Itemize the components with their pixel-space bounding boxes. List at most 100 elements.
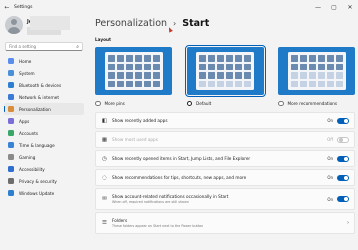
preview-tile: [308, 55, 316, 62]
preview-tile: [326, 72, 334, 79]
toggle-state-label: On: [327, 156, 333, 161]
close-button[interactable]: ✕: [342, 4, 358, 11]
setting-icon: ◧: [101, 117, 108, 124]
privacy-icon: [8, 178, 14, 184]
user-profile[interactable]: Jeff: [0, 14, 88, 42]
preview-tile: [199, 63, 206, 70]
preview-tile: [226, 72, 233, 79]
sidebar-item-personalization[interactable]: Personalization: [4, 103, 84, 115]
toggle-switch[interactable]: [337, 196, 349, 202]
setting-text: Show recently opened items in Start, Jum…: [112, 156, 327, 161]
preview-tile: [299, 80, 307, 87]
start-preview: [104, 52, 163, 90]
preview-tile: [226, 80, 233, 87]
preview-tile: [235, 72, 242, 79]
preview-tile: [235, 80, 242, 87]
setting-row: ◷ Show recently opened items in Start, Ju…: [95, 150, 355, 167]
setting-label: Show recommendations for tips, shortcuts…: [112, 175, 247, 180]
setting-label: Show recently added apps: [112, 118, 168, 123]
preview-tile: [326, 63, 334, 70]
sidebar-item-apps[interactable]: Apps: [4, 115, 84, 127]
setting-row: ◌ Show recommendations for tips, shortcut…: [95, 169, 355, 186]
sidebar: Jeff Find a setting ⌕ Home System Bluetoot…: [0, 14, 88, 250]
search-icon[interactable]: ⌕: [76, 44, 79, 50]
radio-label: Default: [196, 101, 212, 106]
preview-tile: [125, 72, 133, 79]
sidebar-item-label: Personalization: [19, 106, 51, 112]
preview-tile: [308, 72, 316, 79]
preview-tile: [125, 55, 133, 62]
preview-tile: [317, 80, 325, 87]
search-input[interactable]: Find a setting ⌕: [5, 42, 83, 51]
toggle-switch[interactable]: [337, 117, 349, 124]
setting-row[interactable]: ☰ Folders These folders appear on Start ne…: [95, 212, 355, 234]
sidebar-item-windows-update[interactable]: Windows Update: [4, 187, 84, 199]
preview-tile: [326, 80, 334, 87]
preview-tile: [143, 80, 151, 87]
preview-tile: [134, 80, 142, 87]
preview-tile: [235, 55, 242, 62]
breadcrumb-personalization[interactable]: Personalization: [95, 18, 167, 29]
preview-tile: [143, 55, 151, 62]
preview-tile: [317, 72, 325, 79]
toggle-state-label: On: [327, 196, 333, 202]
time-language-icon: [8, 142, 14, 148]
preview-tile: [116, 80, 124, 87]
toggle-switch[interactable]: [337, 155, 349, 162]
setting-icon: ◷: [102, 155, 107, 162]
layout-radio-more-recommendations[interactable]: More recommendations: [278, 99, 355, 108]
layout-radio-default[interactable]: Default: [186, 99, 264, 108]
preview-tile: [217, 55, 224, 62]
window-controls: — ▢ ✕: [310, 4, 358, 11]
layout-radio-more-pins[interactable]: More pins: [95, 99, 172, 108]
preview-tile: [199, 72, 206, 79]
setting-description: These folders appear on Start next to th…: [112, 224, 204, 228]
back-arrow-icon[interactable]: ←: [0, 4, 14, 11]
toggle-state-label: On: [327, 118, 333, 123]
preview-tile: [299, 63, 307, 70]
sidebar-item-accessibility[interactable]: Accessibility: [4, 163, 84, 175]
preview-tile: [317, 55, 325, 62]
sidebar-item-label: Gaming: [19, 154, 36, 160]
sidebar-item-system[interactable]: System: [4, 67, 84, 79]
sidebar-item-home[interactable]: Home: [4, 55, 84, 67]
preview-tile: [125, 80, 133, 87]
minimize-button[interactable]: —: [310, 4, 326, 11]
layout-default-thumbnail[interactable]: [184, 45, 266, 97]
radio-label: More pins: [104, 101, 125, 106]
preview-tile: [134, 55, 142, 62]
personalization-icon: [8, 106, 14, 112]
layout-more-recommendations-thumbnail[interactable]: [278, 47, 355, 95]
system-icon: [8, 70, 14, 76]
preview-tile: [308, 80, 316, 87]
maximize-button[interactable]: ▢: [326, 4, 342, 11]
nav-list: Home System Bluetooth & devices Network & i…: [0, 55, 88, 199]
setting-label: Show most used apps: [112, 137, 158, 142]
sidebar-item-gaming[interactable]: Gaming: [4, 151, 84, 163]
sidebar-item-bluetooth[interactable]: Bluetooth & devices: [4, 79, 84, 91]
sidebar-item-time-language[interactable]: Time & language: [4, 139, 84, 151]
sidebar-item-label: Home: [19, 58, 32, 64]
layout-radio-group: More pins Default More recommendations: [95, 99, 355, 108]
preview-tile: [116, 55, 124, 62]
preview-tile: [199, 80, 206, 87]
preview-tile: [134, 63, 142, 70]
preview-tile: [226, 63, 233, 70]
setting-label: Folders: [112, 218, 128, 223]
preview-tile: [335, 55, 343, 62]
gaming-icon: [8, 154, 14, 160]
sidebar-item-accounts[interactable]: Accounts: [4, 127, 84, 139]
preview-tile: [244, 63, 251, 70]
layout-more-pins-thumbnail[interactable]: [95, 47, 172, 95]
start-preview: [196, 52, 254, 90]
preview-tile: [326, 55, 334, 62]
sidebar-item-network[interactable]: Network & internet: [4, 91, 84, 103]
preview-tile: [208, 63, 215, 70]
setting-icon: ◌: [102, 174, 107, 181]
toggle-switch[interactable]: [337, 174, 349, 181]
toggle-state-label: On: [327, 175, 333, 180]
sidebar-item-privacy[interactable]: Privacy & security: [4, 175, 84, 187]
preview-tile: [116, 63, 124, 70]
page-title: Start: [182, 17, 210, 29]
main-content: Personalization › Start Layout More pins…: [95, 14, 355, 250]
